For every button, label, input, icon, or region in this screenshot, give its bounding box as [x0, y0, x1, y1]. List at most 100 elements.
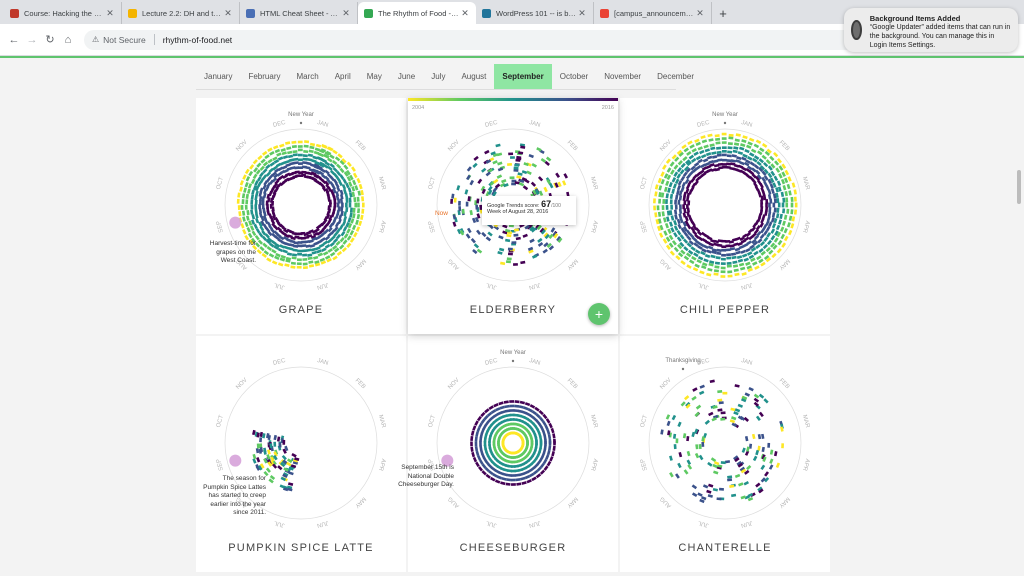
add-button[interactable]: + [588, 303, 610, 325]
close-icon[interactable]: ✕ [577, 8, 587, 19]
trend-cell [686, 436, 690, 442]
browser-tab-5[interactable]: [campus_announcements] Se✕ [594, 2, 712, 24]
tab-title: The Rhythm of Food -- by Goo [378, 8, 460, 18]
tab-title: [campus_announcements] Se [614, 8, 695, 18]
trend-cell [530, 439, 534, 445]
browser-tab-3[interactable]: The Rhythm of Food -- by Goo✕ [358, 2, 476, 24]
browser-tab-2[interactable]: HTML Cheat Sheet - A Simple✕ [240, 2, 358, 24]
trend-cell [292, 150, 298, 154]
card-pumpkin-spice-latte[interactable]: JAN FEB MAR APR MAY JUN JUL AUG SEP OCT NOV DEC The… [196, 336, 406, 572]
close-icon[interactable]: ✕ [460, 8, 470, 19]
month-tab-may[interactable]: May [359, 64, 390, 89]
card-title: CHANTERELLE [678, 542, 772, 554]
tooltip-max: /100 [551, 203, 561, 209]
close-icon[interactable]: ✕ [695, 8, 705, 19]
trend-cell [661, 205, 665, 211]
trend-cell [708, 411, 714, 417]
month-tab-october[interactable]: October [552, 64, 596, 89]
trend-cell [495, 143, 501, 148]
browser-tab-4[interactable]: WordPress 101 -- is blogging✕ [476, 2, 594, 24]
month-tab-february[interactable]: February [240, 64, 288, 89]
trend-cell [677, 160, 683, 166]
month-tab-january[interactable]: January [196, 64, 240, 89]
highlight-marker[interactable] [229, 216, 242, 229]
month-tab-november[interactable]: November [596, 64, 649, 89]
trend-cell [518, 405, 524, 409]
close-icon[interactable]: ✕ [341, 8, 351, 19]
trend-cell [697, 146, 703, 151]
month-tab-december[interactable]: December [649, 64, 702, 89]
trend-cell [470, 435, 474, 442]
trend-cell [250, 209, 254, 215]
browser-tab-1[interactable]: Lecture 2.2: DH and the code✕ [122, 2, 240, 24]
trend-cell [691, 255, 697, 261]
trend-cell [357, 208, 361, 214]
trend-cell [529, 238, 535, 244]
doc-favicon-icon [246, 8, 255, 18]
trend-cell [508, 152, 514, 156]
trend-cell [716, 251, 722, 255]
month-ring-label: APR [377, 458, 386, 472]
card-elderberry[interactable]: 2004 2016 JAN FEB MAR APR MAY JUN JUL AUG SEP OCT… [408, 98, 618, 334]
card-title: CHILI PEPPER [679, 304, 771, 316]
trend-cell [726, 253, 732, 257]
close-icon[interactable]: ✕ [105, 8, 115, 19]
trend-cell [720, 461, 726, 465]
trend-cell [498, 401, 504, 406]
trend-cell [244, 168, 250, 175]
trend-cell [653, 198, 656, 204]
trend-cell [534, 406, 540, 412]
month-tab-april[interactable]: April [327, 64, 359, 89]
month-ring-label: FEB [566, 378, 578, 390]
month-ring-label: APR [377, 220, 386, 234]
back-arrow-icon[interactable]: ← [6, 32, 22, 48]
trend-cell [731, 416, 737, 421]
trend-cell [237, 192, 241, 198]
trend-cell [257, 154, 263, 161]
wordpress-favicon-icon [482, 8, 491, 18]
trend-cell [663, 230, 668, 236]
card-chanterelle[interactable]: JAN FEB MAR APR MAY JUN JUL AUG SEP OCT NOV DEC Than… [620, 336, 830, 572]
trend-cell [244, 181, 249, 188]
trend-cell [516, 175, 522, 179]
background-items-notification[interactable]: Background Items Added “Google Updater” … [844, 8, 1018, 52]
trend-cell [708, 483, 714, 488]
highlight-marker[interactable] [229, 454, 242, 467]
month-tab-march[interactable]: March [288, 64, 326, 89]
card-grape[interactable]: JAN FEB MAR APR MAY JUN JUL AUG SEP OCT NOV DEC New … [196, 98, 406, 334]
trend-cell [465, 233, 471, 239]
browser-tab-0[interactable]: Course: Hacking the Humaniti✕ [4, 2, 122, 24]
month-tab-june[interactable]: June [390, 64, 423, 89]
trend-cell [770, 235, 776, 241]
trend-cell [791, 216, 796, 222]
new-tab-button[interactable]: + [712, 2, 734, 24]
notification-body: “Google Updater” added items that can ru… [869, 24, 1011, 49]
trend-cell [720, 417, 726, 421]
scrollbar-thumb[interactable] [1017, 170, 1021, 204]
trend-cell [736, 156, 742, 160]
trend-cell [516, 482, 522, 486]
month-ring-label: JAN [740, 120, 753, 129]
trend-cell [716, 153, 722, 157]
month-tab-july[interactable]: July [423, 64, 453, 89]
reload-icon[interactable]: ↻ [42, 32, 58, 48]
home-icon[interactable]: ⌂ [60, 32, 76, 48]
trend-cell [503, 400, 509, 404]
forward-arrow-icon[interactable]: → [24, 32, 40, 48]
card-chili-pepper[interactable]: JAN FEB MAR APR MAY JUN JUL AUG SEP OCT NOV DEC New … [620, 98, 830, 334]
trend-cell [287, 150, 293, 155]
month-ring-label: JAN [528, 358, 541, 367]
month-tab-august[interactable]: August [453, 64, 494, 89]
trend-cells [660, 379, 784, 504]
trend-cell [520, 260, 526, 265]
month-tab-september[interactable]: September [494, 64, 552, 89]
card-cheeseburger[interactable]: JAN FEB MAR APR MAY JUN JUL AUG SEP OCT NOV DEC New … [398, 336, 618, 572]
trend-cell [241, 199, 245, 205]
address-bar[interactable]: ⚠ Not Secure rhythm-of-food.net [84, 29, 864, 50]
month-ring-label: MAY [565, 495, 578, 508]
trend-cell [487, 231, 493, 237]
trend-cell [780, 226, 785, 232]
close-icon[interactable]: ✕ [223, 8, 233, 19]
trend-cell [753, 250, 759, 256]
trend-cell [257, 239, 264, 245]
